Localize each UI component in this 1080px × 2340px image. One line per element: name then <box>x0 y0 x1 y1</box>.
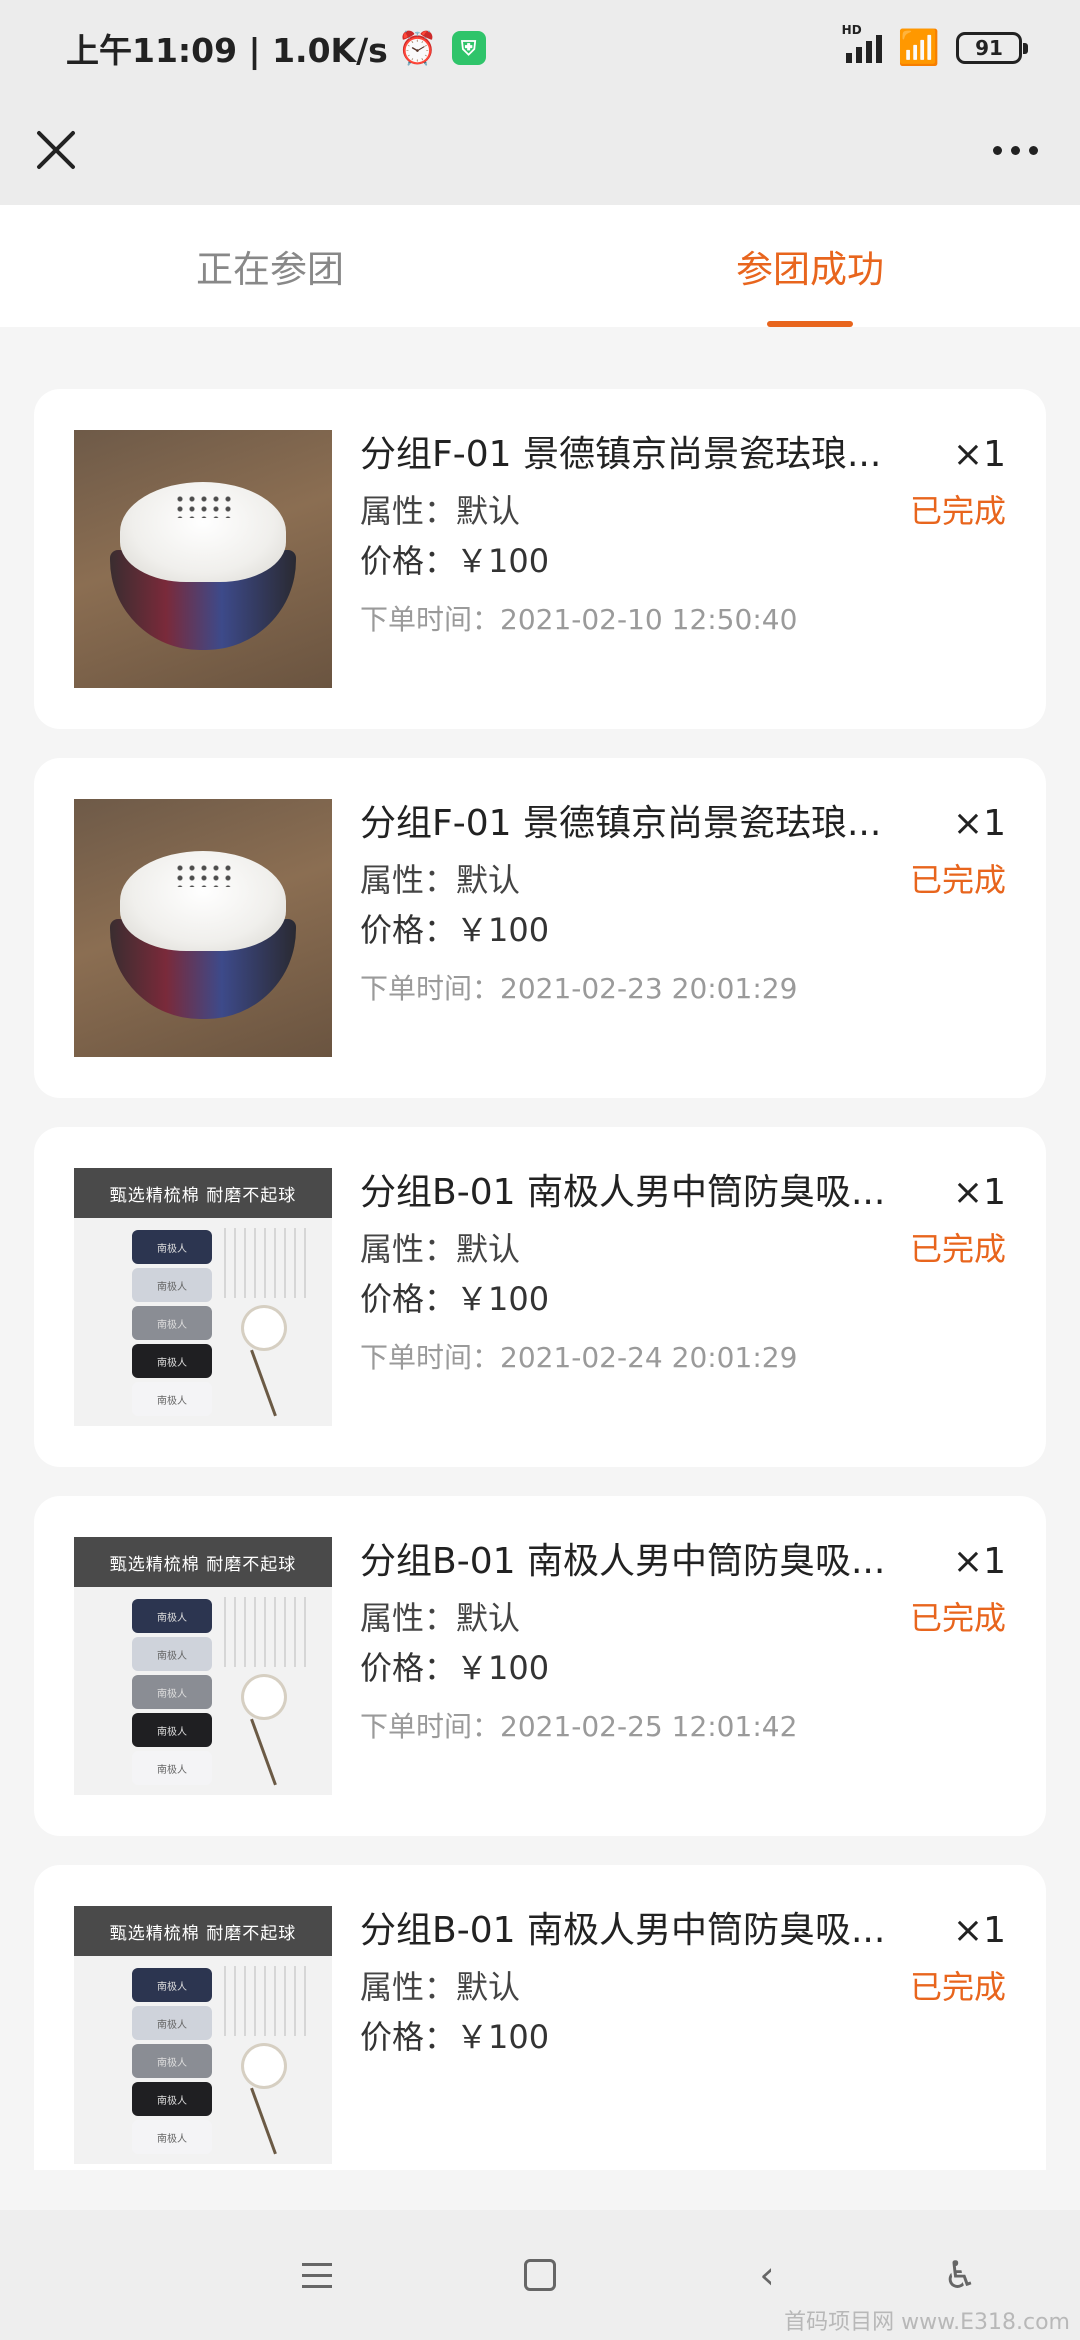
home-icon[interactable] <box>515 2250 565 2300</box>
socks-banner: 甄选精梳棉 耐磨不起球 <box>74 1168 332 1218</box>
network-label: HD <box>841 22 862 37</box>
sock-item: 南极人 <box>132 2082 212 2116</box>
sock-item: 南极人 <box>132 1344 212 1378</box>
watermark: 首码项目网 www.E318.com <box>784 2310 1070 2335</box>
sock-item: 南极人 <box>132 1968 212 2002</box>
shield-icon: ⛨ <box>451 30 486 65</box>
product-price: 价格：￥100 <box>360 911 550 949</box>
alarm-clock-icon: ⏰ <box>397 28 438 67</box>
status-bar: 上午11:09 | 1.0K/s ⏰ ⛨ HD 📶 91 <box>0 0 1080 95</box>
sock-item: 南极人 <box>132 2044 212 2078</box>
quantity: ×1 <box>952 1541 1006 1582</box>
order-card[interactable]: 分组F-01 景德镇京尚景瓷珐琅... ×1 属性：默认 已完成价格：￥100 下单时间… <box>34 389 1046 729</box>
product-title: 分组F-01 景德镇京尚景瓷珐琅... <box>360 434 882 475</box>
tab-success[interactable]: 参团成功 <box>540 205 1080 327</box>
tab-bar: 正在参团 参团成功 <box>0 205 1080 327</box>
order-time: 下单时间：2021-02-23 20:01:29 <box>360 972 798 1005</box>
product-image-rice-bowl <box>74 799 332 1057</box>
sock-item: 南极人 <box>132 1599 212 1633</box>
sock-item: 南极人 <box>132 1230 212 1264</box>
status-badge: 已完成 <box>909 1230 1006 1268</box>
product-price: 价格：￥100 <box>360 1649 550 1687</box>
product-price: 价格：￥100 <box>360 1280 550 1318</box>
sock-item: 南极人 <box>132 2006 212 2040</box>
order-card[interactable]: 分组F-01 景德镇京尚景瓷珐琅... ×1 属性：默认 已完成价格：￥100 下单时间… <box>34 758 1046 1098</box>
sock-item: 南极人 <box>132 1637 212 1671</box>
product-image-socks: 甄选精梳棉 耐磨不起球 南极人 南极人 南极人 南极人 南极人 <box>74 1537 332 1795</box>
quantity: ×1 <box>952 434 1006 475</box>
battery-level: 91 <box>975 35 1003 60</box>
close-icon[interactable] <box>34 128 78 172</box>
product-price: 价格：￥100 <box>360 2018 550 2056</box>
nav-bar <box>0 95 1080 205</box>
product-attribute: 属性：默认 <box>360 1599 521 1637</box>
order-time: 下单时间：2021-02-25 12:01:42 <box>360 1710 798 1743</box>
socks-banner: 甄选精梳棉 耐磨不起球 <box>74 1906 332 1956</box>
product-attribute: 属性：默认 <box>360 492 521 530</box>
back-icon[interactable]: ‹ <box>742 2250 792 2300</box>
product-image-socks: 甄选精梳棉 耐磨不起球 南极人 南极人 南极人 南极人 南极人 <box>74 1168 332 1426</box>
socks-banner: 甄选精梳棉 耐磨不起球 <box>74 1537 332 1587</box>
sock-item: 南极人 <box>132 1713 212 1747</box>
order-card[interactable]: 甄选精梳棉 耐磨不起球 南极人 南极人 南极人 南极人 南极人 分组B-01 南极人男中筒防… <box>34 1496 1046 1836</box>
order-time: 下单时间：2021-02-10 12:50:40 <box>360 603 798 636</box>
status-badge: 已完成 <box>909 861 1006 899</box>
product-attribute: 属性：默认 <box>360 1230 521 1268</box>
system-nav-bar: ‹ ♿ 首码项目网 www.E318.com <box>0 2210 1080 2340</box>
sock-item: 南极人 <box>132 2120 212 2154</box>
signal-icon: HD <box>842 23 882 63</box>
quantity: ×1 <box>952 803 1006 844</box>
battery-icon: 91 <box>956 31 1028 64</box>
status-time-speed: 上午11:09 | 1.0K/s <box>66 30 388 70</box>
order-list-viewport[interactable]: 分组F-01 景德镇京尚景瓷珐琅彩米饭碗×1属性：默认已完成价格：￥100下单时… <box>0 370 1080 2170</box>
accessibility-icon[interactable]: ♿ <box>935 2250 985 2300</box>
product-image-rice-bowl <box>74 430 332 688</box>
product-price: 价格：￥100 <box>360 542 550 580</box>
order-card[interactable]: 甄选精梳棉 耐磨不起球 南极人 南极人 南极人 南极人 南极人 分组B-01 南极人男中筒防… <box>34 1127 1046 1467</box>
wifi-icon: 📶 <box>897 27 940 68</box>
sock-item: 南极人 <box>132 1382 212 1416</box>
sock-item: 南极人 <box>132 1751 212 1785</box>
product-title: 分组B-01 南极人男中筒防臭吸... <box>360 1172 886 1213</box>
sock-item: 南极人 <box>132 1268 212 1302</box>
product-title: 分组B-01 南极人男中筒防臭吸... <box>360 1541 886 1582</box>
product-title: 分组B-01 南极人男中筒防臭吸... <box>360 1910 886 1951</box>
sock-item: 南极人 <box>132 1675 212 1709</box>
order-list: 分组F-01 景德镇京尚景瓷珐琅彩米饭碗×1属性：默认已完成价格：￥100下单时… <box>34 370 1046 2170</box>
menu-icon[interactable] <box>292 2250 342 2300</box>
status-badge: 已完成 <box>909 1599 1006 1637</box>
more-icon[interactable] <box>993 145 1038 155</box>
product-title: 分组F-01 景德镇京尚景瓷珐琅... <box>360 803 882 844</box>
quantity: ×1 <box>952 1910 1006 1951</box>
product-image-socks: 甄选精梳棉 耐磨不起球 南极人 南极人 南极人 南极人 南极人 <box>74 1906 332 2164</box>
product-attribute: 属性：默认 <box>360 1968 521 2006</box>
quantity: ×1 <box>952 1172 1006 1213</box>
status-badge: 已完成 <box>909 1968 1006 2006</box>
product-attribute: 属性：默认 <box>360 861 521 899</box>
status-right: HD 📶 91 <box>842 23 1028 68</box>
status-left: 上午11:09 | 1.0K/s ⏰ ⛨ <box>66 24 486 72</box>
status-badge: 已完成 <box>909 492 1006 530</box>
order-time: 下单时间：2021-02-24 20:01:29 <box>360 1341 798 1374</box>
order-card[interactable]: 甄选精梳棉 耐磨不起球 南极人 南极人 南极人 南极人 南极人 分组B-01 南极人男中筒防… <box>34 1865 1046 2170</box>
sock-item: 南极人 <box>132 1306 212 1340</box>
tab-in-progress[interactable]: 正在参团 <box>0 205 540 327</box>
